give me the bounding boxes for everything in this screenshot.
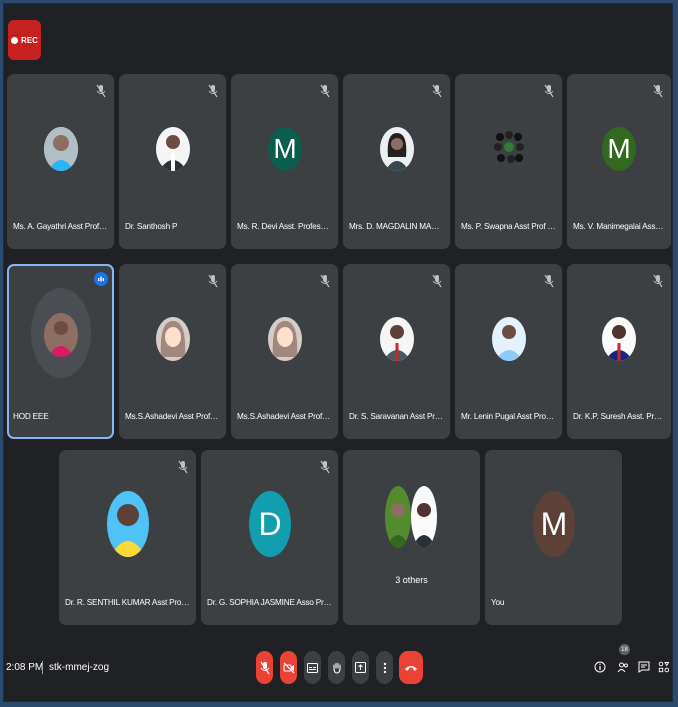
activities-button[interactable] (656, 659, 672, 675)
participant-tile[interactable]: D Dr. G. SOPHIA JASMINE Asso Prof EEE (201, 450, 338, 625)
mic-off-icon (544, 274, 554, 288)
participant-tile[interactable]: Mrs. D. MAGDALIN MARY Asst ... (343, 74, 450, 249)
participant-name: Ms.S.Ashadevi Asst Prof EEE (237, 412, 332, 421)
participant-tile[interactable]: M Ms. V. Manimegalai Asst Prof E... (567, 74, 671, 249)
participant-tile[interactable]: Ms.S.Ashadevi Asst Prof EEE (231, 264, 338, 439)
clock: 2:08 PM (6, 662, 44, 673)
meeting-code: stk-mmej-zog (49, 662, 110, 673)
participant-name: Ms. A. Gayathri Asst Prof EEE (13, 222, 108, 231)
record-dot-icon (11, 36, 19, 44)
participant-tile[interactable]: M Ms. R. Devi Asst. Professor EEE (231, 74, 338, 249)
participant-tile[interactable]: Ms. A. Gayathri Asst Prof EEE (7, 74, 114, 249)
mic-off-icon (320, 274, 330, 288)
self-tile[interactable]: M You (485, 450, 622, 625)
participant-name: Ms. P. Swapna Asst Prof EEE (461, 222, 556, 231)
people-button[interactable] (615, 659, 631, 675)
participant-name: Ms. V. Manimegalai Asst Prof E... (573, 222, 665, 231)
participant-name: Dr. S. Saravanan Asst Prof EEE (349, 412, 444, 421)
chat-button[interactable] (636, 659, 652, 675)
chat-icon (638, 661, 650, 673)
participant-name: Dr. Santhosh P (125, 222, 178, 231)
present-screen-button[interactable] (352, 651, 369, 684)
speaking-indicator-icon (94, 272, 108, 286)
avatar (492, 127, 526, 171)
camera-off-icon (283, 662, 294, 673)
avatar (268, 317, 302, 361)
mic-off-icon (432, 84, 442, 98)
participant-tile[interactable]: Mr. Lenin Pugal Asst Prof EEE (455, 264, 562, 439)
avatar: M (602, 127, 636, 171)
leave-call-button[interactable] (399, 651, 423, 684)
participant-tile[interactable]: Ms. P. Swapna Asst Prof EEE (455, 74, 562, 249)
participant-count-badge: 18 (619, 644, 630, 655)
avatar: M (533, 491, 575, 557)
avatar (156, 127, 190, 171)
hand-icon (332, 662, 341, 674)
avatar (107, 491, 149, 557)
activities-icon (658, 661, 670, 673)
avatar (385, 486, 411, 548)
others-count-label: 3 others (395, 575, 428, 585)
mic-off-icon (208, 274, 218, 288)
avatar (156, 317, 190, 361)
divider (42, 661, 43, 674)
mic-off-icon (96, 84, 106, 98)
participant-tile-active-speaker[interactable]: HOD EEE (7, 264, 114, 439)
recording-indicator: REC (8, 20, 41, 60)
avatar (411, 486, 437, 548)
participant-tile[interactable]: Dr. S. Saravanan Asst Prof EEE (343, 264, 450, 439)
meet-window: REC Ms. A. Gayathri Asst Prof EEE Dr. Sa… (3, 3, 673, 702)
participant-name: Dr. R. SENTHIL KUMAR Asst Prof EEE (65, 598, 190, 607)
captions-icon (307, 662, 318, 673)
mic-off-icon (544, 84, 554, 98)
participant-name: Ms.S.Ashadevi Asst Prof EEE (125, 412, 220, 421)
participant-name: Dr. K.P. Suresh Asst. Prof. EEE (573, 412, 665, 421)
info-icon (594, 661, 606, 673)
raise-hand-button[interactable] (328, 651, 345, 684)
mic-off-icon (320, 84, 330, 98)
avatar: D (249, 491, 291, 557)
participant-tile[interactable]: Ms.S.Ashadevi Asst Prof EEE (119, 264, 226, 439)
participant-name: You (491, 598, 505, 607)
avatar (602, 317, 636, 361)
end-call-icon (405, 665, 417, 671)
mic-off-icon (208, 84, 218, 98)
bottom-toolbar: 2:08 PM stk-mmej-zog 18 (4, 644, 672, 699)
participant-name: HOD EEE (13, 412, 49, 421)
camera-toggle-button[interactable] (280, 651, 297, 684)
mic-off-icon (653, 274, 663, 288)
participant-name: Mr. Lenin Pugal Asst Prof EEE (461, 412, 556, 421)
people-icon (617, 662, 628, 673)
mic-off-icon (320, 460, 330, 474)
more-vert-icon (383, 662, 386, 673)
participant-name: Mrs. D. MAGDALIN MARY Asst ... (349, 222, 444, 231)
mic-off-icon (260, 661, 269, 674)
avatar (380, 317, 414, 361)
participant-tile[interactable]: Dr. Santhosh P (119, 74, 226, 249)
participant-tile[interactable]: Dr. K.P. Suresh Asst. Prof. EEE (567, 264, 671, 439)
avatar (44, 127, 78, 171)
avatar: M (268, 127, 302, 171)
mic-off-icon (432, 274, 442, 288)
participant-tile[interactable]: Dr. R. SENTHIL KUMAR Asst Prof EEE (59, 450, 196, 625)
mic-off-icon (653, 84, 663, 98)
others-tile[interactable]: 3 others (343, 450, 480, 625)
meeting-details-button[interactable] (592, 659, 608, 675)
captions-button[interactable] (304, 651, 321, 684)
avatar (380, 127, 414, 171)
mic-toggle-button[interactable] (256, 651, 273, 684)
present-icon (355, 662, 366, 673)
more-options-button[interactable] (376, 651, 393, 684)
avatar (492, 317, 526, 361)
avatar (44, 313, 78, 357)
participant-name: Ms. R. Devi Asst. Professor EEE (237, 222, 332, 231)
mic-off-icon (178, 460, 188, 474)
recording-label: REC (21, 35, 38, 45)
participant-name: Dr. G. SOPHIA JASMINE Asso Prof EEE (207, 598, 332, 607)
